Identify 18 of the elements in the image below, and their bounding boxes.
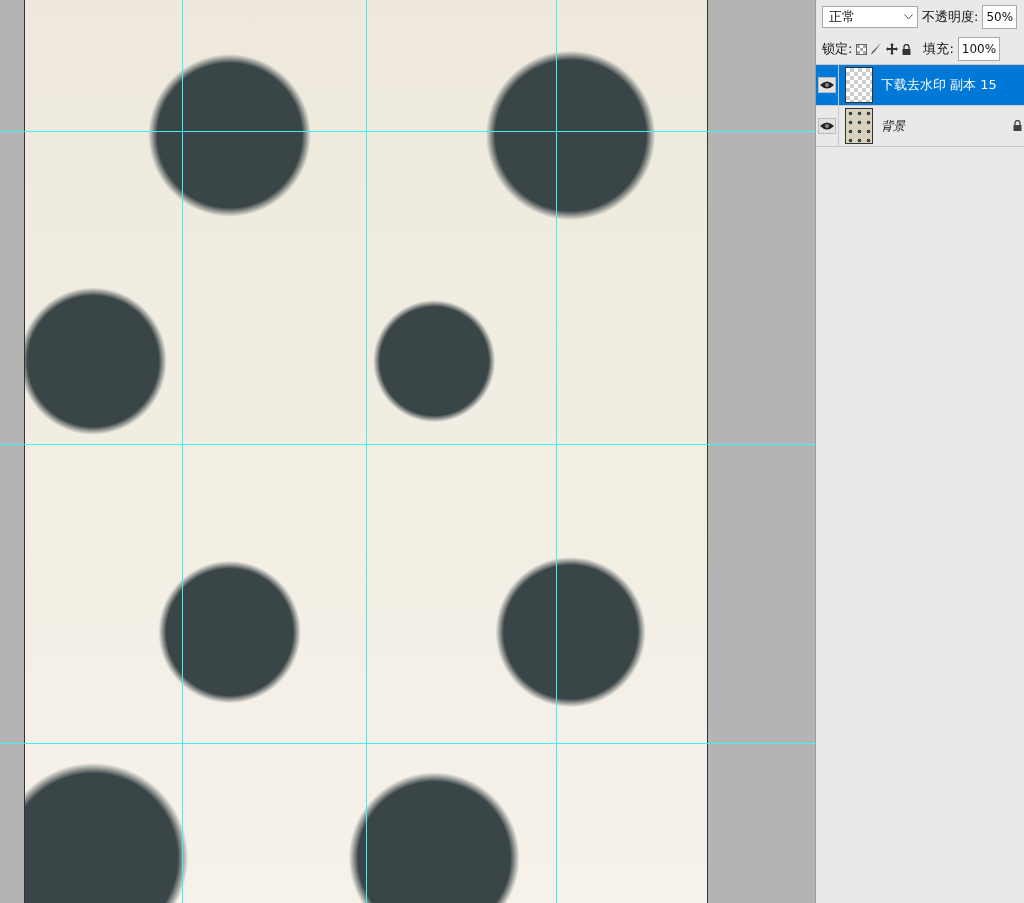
layer-row[interactable]: 下载去水印 副本 15: [816, 65, 1024, 106]
eye-icon: [820, 122, 834, 130]
fill-field[interactable]: 100%: [957, 37, 1001, 61]
opacity-label: 不透明度:: [922, 8, 979, 26]
layer-name: 下载去水印 副本 15: [881, 76, 998, 94]
fill-label: 填充:: [923, 40, 954, 58]
eye-icon: [820, 81, 834, 89]
lock-transparency-icon[interactable]: [856, 43, 868, 55]
visibility-toggle[interactable]: [818, 77, 836, 93]
opacity-field[interactable]: 50%: [982, 5, 1018, 29]
layer-row[interactable]: 背景: [816, 106, 1024, 147]
lock-label: 锁定:: [822, 40, 853, 58]
caret-icon: [904, 14, 913, 20]
layer-name: 背景: [881, 117, 907, 135]
blend-mode-dropdown[interactable]: 正常: [822, 6, 918, 28]
lock-icon[interactable]: [902, 43, 912, 55]
visibility-toggle[interactable]: [818, 118, 836, 134]
move-icon[interactable]: [886, 43, 899, 55]
